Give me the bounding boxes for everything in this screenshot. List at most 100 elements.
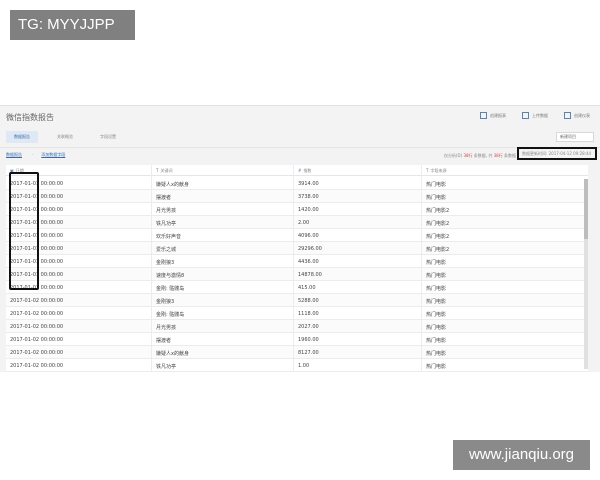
filter-info: 仅分析(D) 38行 条数据, 共 38行 条数据: [444, 153, 516, 159]
create-report-label: 创建报表: [490, 112, 506, 118]
cell-value: 3914.00: [298, 181, 319, 187]
filter-mid: 条数据, 共: [472, 153, 494, 158]
cell-keyword: 铁凡功亭: [156, 221, 177, 227]
cell-value: 8127.00: [298, 350, 319, 356]
cell-keyword: 月光男孩: [156, 208, 177, 214]
cell-value: 14878.00: [298, 272, 322, 278]
cell-date: 2017-01-02 00:00:00: [10, 350, 64, 356]
table-row[interactable]: 2017-01-02 00:00:00 铁凡功亭 1.00 热门电影: [6, 359, 588, 372]
cell-source: 热门电影: [426, 260, 447, 266]
table-row[interactable]: 2017-01-01 00:00:00 金刚: 骷髅岛 415.00 热门电影: [6, 281, 588, 294]
cell-value: 4096.00: [298, 233, 319, 239]
cell-keyword: 嫌疑人x的献身: [156, 351, 189, 357]
cell-keyword: 金刚: 骷髅岛: [156, 312, 185, 318]
highlight-frame: [9, 172, 39, 290]
filter-count-a: 38行: [463, 153, 473, 158]
cell-source: 热门电影: [426, 351, 447, 357]
cell-keyword: 爱乐之城: [156, 247, 177, 253]
create-dashboard-label: 创建仪表: [574, 112, 590, 118]
cell-source: 热门电影2: [426, 234, 450, 240]
project-select[interactable]: 新建项目: [556, 132, 594, 142]
cell-date: 2017-01-02 00:00:00: [10, 337, 64, 343]
breadcrumb: 数据报告 · 添加数据字段: [6, 152, 75, 158]
cell-keyword: 金刚: 骷髅岛: [156, 286, 185, 292]
cell-source: 热门电影: [426, 286, 447, 292]
create-dashboard-button[interactable]: 创建仪表: [564, 112, 590, 119]
table-row[interactable]: 2017-01-02 00:00:00 月光男孩 2027.00 热门电影: [6, 320, 588, 333]
upload-icon: [522, 112, 529, 119]
tab-data-report[interactable]: 数据报告: [6, 131, 38, 143]
create-report-button[interactable]: 创建报表: [480, 112, 506, 119]
cell-value: 415.00: [298, 285, 316, 291]
cell-source: 热门电影: [426, 325, 447, 331]
table-row[interactable]: 2017-01-01 00:00:00 速度与激情8 14878.00 热门电影: [6, 268, 588, 281]
cell-value: 4436.00: [298, 259, 319, 265]
table-row[interactable]: 2017-01-01 00:00:00 爱乐之城 29296.00 热门电影2: [6, 242, 588, 255]
column-divider: [151, 165, 152, 372]
table-row[interactable]: 2017-01-01 00:00:00 欢乐好声音 4096.00 热门电影2: [6, 229, 588, 242]
cell-value: 2027.00: [298, 324, 319, 330]
app-window: 微信指数报告 创建报表 上传数据 创建仪表 数据报告 关联概览 字段设置 新建项…: [0, 105, 600, 372]
cell-source: 热门电影: [426, 195, 447, 201]
text-type-icon: T: [156, 168, 159, 173]
filter-prefix: 仅分析(D): [443, 153, 464, 158]
cell-value: 29296.00: [298, 246, 322, 252]
cell-date: 2017-01-02 00:00:00: [10, 311, 64, 317]
filter-count-b: 38行: [493, 153, 503, 158]
tab-field-settings[interactable]: 字段设置: [92, 131, 124, 143]
table-row[interactable]: 2017-01-02 00:00:00 金刚: 骷髅岛 1118.00 热门电影: [6, 307, 588, 320]
dashboard-icon: [564, 112, 571, 119]
number-type-icon: #: [298, 168, 302, 173]
table-row[interactable]: 2017-01-01 00:00:00 金刚狼3 4436.00 热门电影: [6, 255, 588, 268]
cell-value: 1960.00: [298, 337, 319, 343]
cell-keyword: 嫌疑人x的献身: [156, 182, 189, 188]
cell-source: 热门电影2: [426, 208, 450, 214]
cell-value: 1420.00: [298, 207, 319, 213]
grid-header: ▣ 日期 T 关键词 # 指数 T 字段来源: [6, 165, 588, 176]
breadcrumb-separator: ·: [32, 152, 34, 157]
cell-source: 热门电影: [426, 312, 447, 318]
header-source[interactable]: T 字段来源: [426, 168, 446, 174]
watermark-url: www.jianqiu.org: [453, 440, 590, 470]
update-time-box: 数据更新时间: 2017-04-12 09:28:44: [517, 147, 597, 160]
table-row[interactable]: 2017-01-01 00:00:00 铁凡功亭 2.00 热门电影2: [6, 216, 588, 229]
tab-relation-overview[interactable]: 关联概览: [49, 131, 81, 143]
report-icon: [480, 112, 487, 119]
cell-source: 热门电影2: [426, 221, 450, 227]
cell-keyword: 铁凡功亭: [156, 364, 177, 370]
header-keyword[interactable]: T 关键词: [156, 168, 172, 174]
table-row[interactable]: 2017-01-01 00:00:00 嫌疑人x的献身 3914.00 热门电影: [6, 177, 588, 190]
table-row[interactable]: 2017-01-02 00:00:00 嫌疑人x的献身 8127.00 热门电影: [6, 346, 588, 359]
vertical-scrollbar[interactable]: [584, 179, 588, 369]
top-bar: 微信指数报告 创建报表 上传数据 创建仪表: [0, 106, 600, 128]
scrollbar-thumb[interactable]: [584, 179, 588, 239]
header-value-label: 指数: [303, 168, 312, 173]
tab-bar: 数据报告 关联概览 字段设置: [6, 131, 135, 143]
breadcrumb-add-field[interactable]: 添加数据字段: [41, 152, 65, 158]
cell-keyword: 月光男孩: [156, 325, 177, 331]
table-row[interactable]: 2017-01-01 00:00:00 月光男孩 1420.00 热门电影2: [6, 203, 588, 216]
text-type-icon: T: [426, 168, 429, 173]
cell-date: 2017-01-02 00:00:00: [10, 363, 64, 369]
header-value[interactable]: # 指数: [298, 168, 311, 174]
cell-source: 热门电影: [426, 182, 447, 188]
header-source-label: 字段来源: [430, 168, 447, 173]
divider: [0, 147, 600, 148]
cell-source: 热门电影: [426, 299, 447, 305]
cell-date: 2017-01-02 00:00:00: [10, 298, 64, 304]
upload-data-button[interactable]: 上传数据: [522, 112, 548, 119]
cell-source: 热门电影: [426, 338, 447, 344]
cell-keyword: 速度与激情8: [156, 273, 185, 279]
cell-value: 5288.00: [298, 298, 319, 304]
app-title: 微信指数报告: [6, 113, 54, 122]
cell-keyword: 摆渡者: [156, 195, 172, 201]
cell-source: 热门电影2: [426, 247, 450, 253]
table-row[interactable]: 2017-01-02 00:00:00 金刚狼3 5288.00 热门电影: [6, 294, 588, 307]
top-actions: 创建报表 上传数据 创建仪表: [464, 112, 590, 119]
cell-value: 2.00: [298, 220, 310, 226]
cell-keyword: 欢乐好声音: [156, 234, 182, 240]
table-row[interactable]: 2017-01-02 00:00:00 摆渡者 1960.00 热门电影: [6, 333, 588, 346]
watermark-tag: TG: MYYJJPP: [10, 10, 135, 40]
table-row[interactable]: 2017-01-01 00:00:00 摆渡者 3738.00 热门电影: [6, 190, 588, 203]
breadcrumb-data-report[interactable]: 数据报告: [6, 152, 22, 158]
